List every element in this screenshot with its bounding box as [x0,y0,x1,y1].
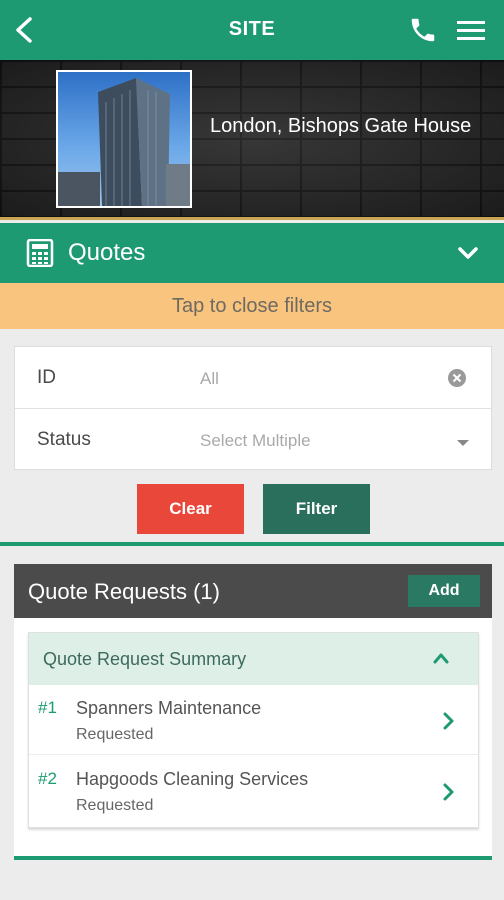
id-filter-row: ID All [15,347,491,409]
list-item[interactable]: #1 Spanners Maintenance Requested [29,685,478,755]
site-name: London, Bishops Gate House [210,115,472,137]
id-label: ID [37,367,56,388]
chevron-up-icon[interactable] [433,651,449,664]
chevron-right-icon[interactable] [442,783,454,801]
site-banner: London, Bishops Gate House [0,60,504,220]
phone-icon[interactable] [408,15,438,45]
quote-status: Requested [76,797,154,814]
quote-requests-panel: Quote Requests (1) Add Quote Request Sum… [14,564,492,860]
quote-request-summary: Quote Request Summary #1 Spanners Mainte… [28,632,479,828]
divider [0,542,504,546]
filter-button[interactable]: Filter [263,484,370,534]
quote-requests-title: Quote Requests (1) [28,579,220,604]
close-filters-toggle[interactable]: Tap to close filters [0,283,504,329]
chevron-down-icon[interactable] [456,243,480,268]
calculator-icon [26,238,54,268]
clear-id-icon[interactable] [447,368,467,388]
site-photo [56,70,192,208]
chevron-right-icon[interactable] [442,712,454,730]
clear-button[interactable]: Clear [137,484,244,534]
dropdown-caret-icon[interactable] [456,435,470,446]
status-select[interactable]: Select Multiple [200,431,311,451]
list-item[interactable]: #2 Hapgoods Cleaning Services Requested [29,756,478,826]
id-input[interactable]: All [200,369,219,389]
quote-status: Requested [76,726,154,743]
quotes-section-header[interactable]: Quotes [0,223,504,283]
quote-supplier: Spanners Maintenance [76,698,262,718]
summary-title: Quote Request Summary [43,649,247,669]
add-button[interactable]: Add [408,575,480,607]
status-filter-row[interactable]: Status Select Multiple [15,409,491,471]
filter-form: ID All Status Select Multiple [14,346,492,470]
status-label: Status [37,429,91,450]
quote-number: #2 [38,769,57,788]
app-bar: SITE [0,0,504,60]
quote-supplier: Hapgoods Cleaning Services [76,769,309,789]
quote-number: #1 [38,698,57,717]
divider [14,856,492,860]
hamburger-menu-icon[interactable] [455,15,487,45]
section-title: Quotes [68,239,146,266]
quote-requests-header: Quote Requests (1) Add [14,564,492,618]
summary-header[interactable]: Quote Request Summary [29,633,478,685]
